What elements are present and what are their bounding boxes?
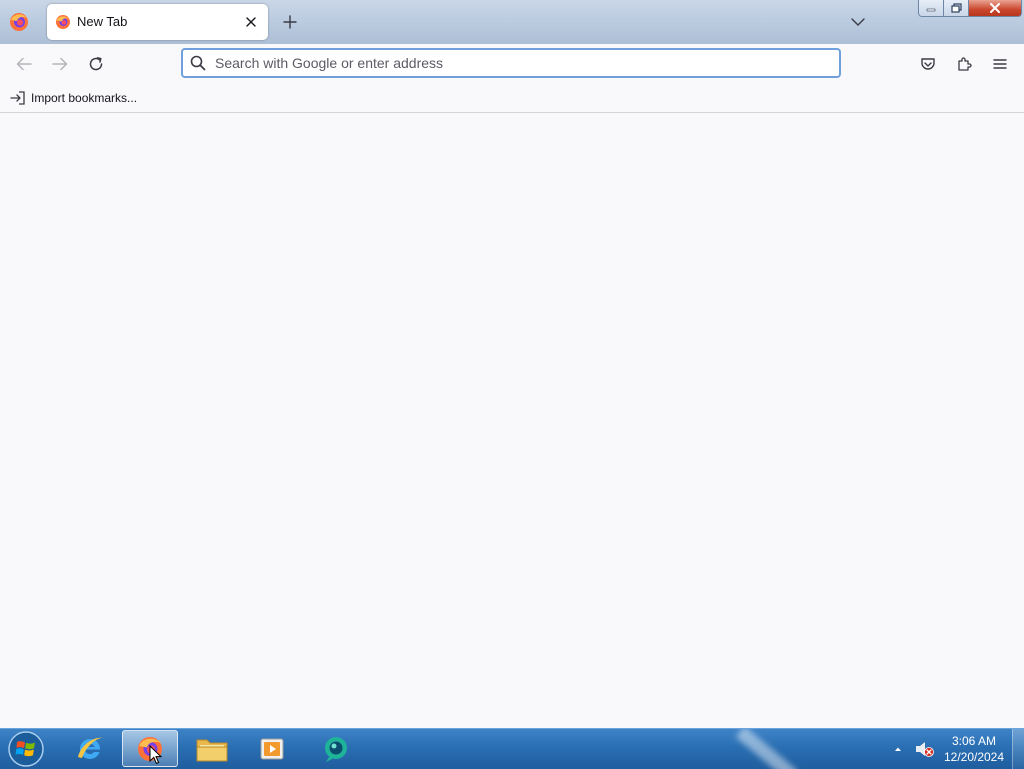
address-bar[interactable] xyxy=(181,48,841,78)
firefox-icon[interactable] xyxy=(8,11,30,33)
firefox-icon xyxy=(56,15,70,29)
taskbar-app-internet-explorer[interactable] xyxy=(62,730,118,767)
tab-close-button[interactable] xyxy=(242,13,260,31)
media-player-icon xyxy=(260,738,284,759)
reload-button[interactable] xyxy=(84,52,108,76)
tab-title: New Tab xyxy=(77,14,128,29)
hamburger-menu-icon xyxy=(993,59,1007,69)
show-hidden-icons-icon[interactable] xyxy=(892,743,904,755)
bookmarks-toolbar: Import bookmarks... xyxy=(0,84,1024,113)
navigation-toolbar xyxy=(0,44,1024,84)
new-tab-button[interactable] xyxy=(280,12,300,32)
chat-icon xyxy=(325,736,347,762)
tab-strip: New Tab xyxy=(0,0,1024,44)
ie-icon xyxy=(78,737,103,759)
close-icon xyxy=(246,17,256,27)
close-window-button[interactable] xyxy=(969,0,1022,17)
taskbar-app-windows-explorer[interactable] xyxy=(184,730,240,767)
address-input[interactable] xyxy=(215,54,815,72)
restore-icon xyxy=(950,3,962,13)
windows-logo-icon xyxy=(8,731,44,767)
page-content xyxy=(0,113,1024,728)
pocket-icon xyxy=(921,58,935,70)
reload-icon xyxy=(89,57,103,71)
plus-icon xyxy=(283,15,297,29)
minimize-icon xyxy=(926,8,936,12)
chevron-down-icon xyxy=(851,18,865,26)
back-arrow-icon xyxy=(16,57,32,71)
system-clock[interactable]: 3:06 AM 12/20/2024 xyxy=(938,733,1010,765)
window-controls xyxy=(918,0,1022,18)
clock-date: 12/20/2024 xyxy=(943,750,1005,764)
import-bookmarks-button[interactable]: Import bookmarks... xyxy=(10,89,137,107)
application-menu-button[interactable] xyxy=(988,52,1012,76)
show-desktop-button[interactable] xyxy=(1012,729,1024,769)
forward-arrow-icon xyxy=(52,57,68,71)
taskbar-highlight xyxy=(735,729,799,769)
taskbar-app-media-player[interactable] xyxy=(244,730,300,767)
extensions-icon xyxy=(958,57,972,71)
volume-muted-icon[interactable] xyxy=(913,739,935,759)
back-button[interactable] xyxy=(12,52,36,76)
pocket-button[interactable] xyxy=(916,52,940,76)
start-button[interactable] xyxy=(6,730,46,768)
list-all-tabs-button[interactable] xyxy=(848,12,868,32)
import-icon xyxy=(10,91,25,105)
extensions-button[interactable] xyxy=(952,52,976,76)
minimize-button[interactable] xyxy=(918,0,944,17)
restore-button[interactable] xyxy=(944,0,969,17)
search-icon xyxy=(190,55,206,71)
import-bookmarks-label: Import bookmarks... xyxy=(31,91,138,105)
mouse-pointer-icon xyxy=(149,745,163,765)
forward-button[interactable] xyxy=(48,52,72,76)
close-icon xyxy=(990,3,1000,13)
taskbar-app-chat[interactable] xyxy=(308,730,364,767)
clock-time: 3:06 AM xyxy=(951,734,997,748)
tab-new-tab[interactable]: New Tab xyxy=(47,4,268,40)
folder-icon xyxy=(196,739,228,761)
